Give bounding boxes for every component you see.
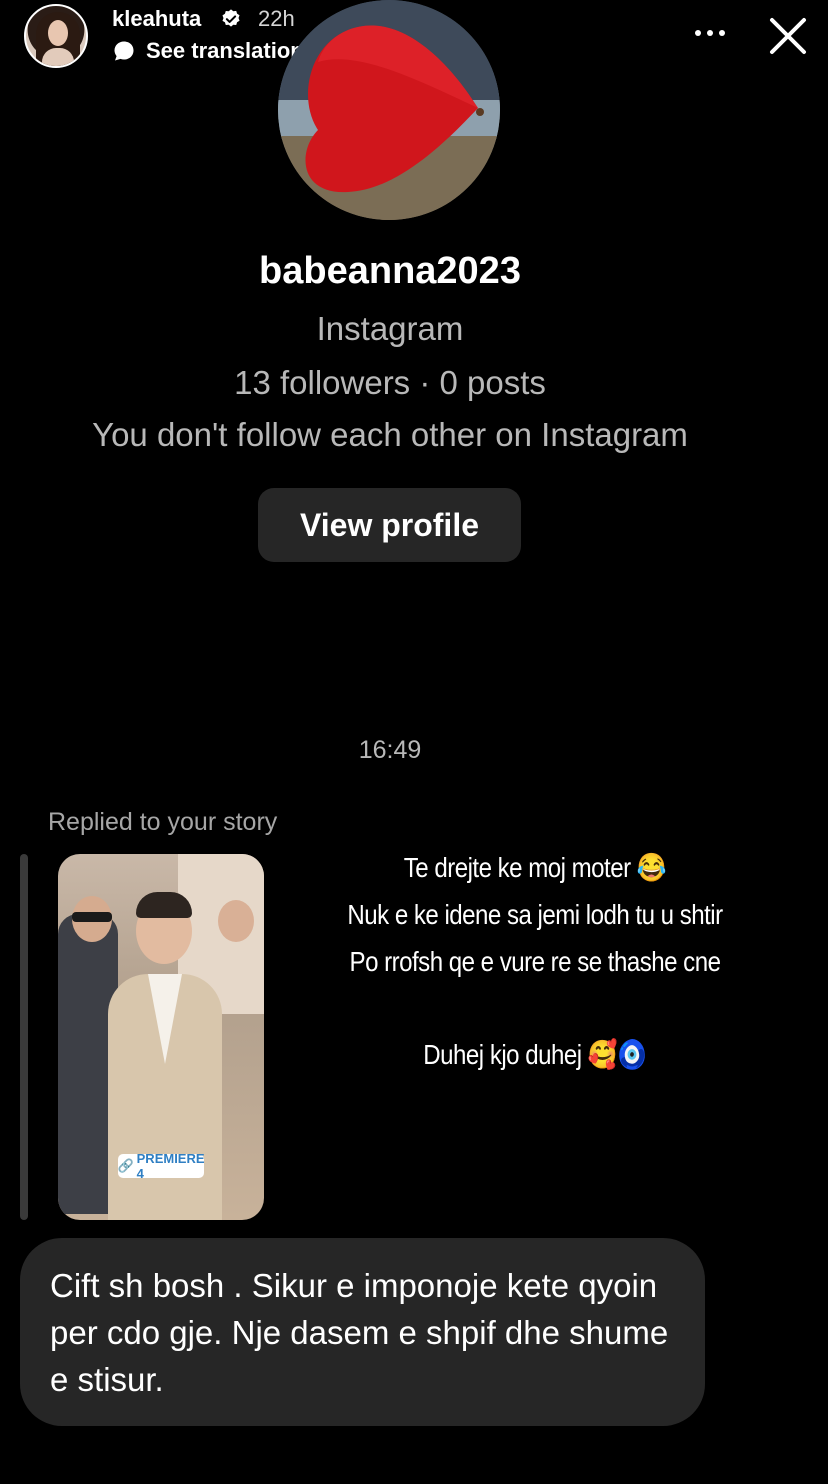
- more-dot: [707, 30, 713, 36]
- story-text-overlay: Te drejte ke moj moter 😂 Nuk e ke idene …: [300, 844, 770, 1078]
- story-thumbnail[interactable]: 🔗 PREMIERE 4: [58, 854, 264, 1220]
- premiere-badge: 🔗 PREMIERE 4: [117, 1151, 205, 1181]
- profile-username: babeanna2023: [259, 250, 521, 292]
- translate-bubble-icon: [114, 41, 134, 61]
- reply-indicator-bar: [20, 854, 28, 1220]
- story-text-line: Nuk e ke idene sa jemi lodh tu u shtir: [347, 899, 723, 930]
- profile-platform: Instagram: [316, 310, 464, 347]
- message-timestamp: 16:49: [358, 736, 422, 764]
- thumb-sunglasses: [72, 912, 112, 922]
- more-dot: [719, 30, 725, 36]
- view-profile-button[interactable]: View profile: [258, 488, 521, 562]
- profile-stats: 13 followers · 0 posts: [234, 364, 546, 401]
- story-text-line: Duhej kjo duhej 🥰🧿: [423, 1039, 647, 1070]
- thumb-hair-center: [136, 892, 192, 918]
- message-bubble: Cift sh bosh . Sikur e imponoje kete qyo…: [20, 1238, 705, 1426]
- story-author-username[interactable]: kleahuta: [112, 6, 201, 32]
- avatar-body: [42, 48, 74, 66]
- link-icon: 🔗: [117, 1158, 134, 1173]
- heart-balloon-image: [278, 0, 500, 220]
- story-text-line: Po rrofsh qe e vure re se thashe cne: [349, 946, 721, 977]
- thumb-head-right: [218, 900, 254, 942]
- story-author-avatar[interactable]: [24, 4, 88, 68]
- premiere-badge-label: PREMIERE 4: [136, 1151, 205, 1181]
- avatar-face: [48, 20, 68, 46]
- close-icon[interactable]: [764, 12, 812, 60]
- follow-relationship: You don't follow each other on Instagram: [92, 416, 688, 453]
- more-dot: [695, 30, 701, 36]
- replied-to-story-label: Replied to your story: [48, 808, 278, 836]
- story-text-spacer: [300, 985, 770, 1031]
- story-text-line: Te drejte ke moj moter 😂: [403, 852, 667, 883]
- more-options-button[interactable]: [690, 18, 730, 48]
- verified-badge-icon: [222, 9, 240, 27]
- profile-picture[interactable]: [278, 0, 500, 220]
